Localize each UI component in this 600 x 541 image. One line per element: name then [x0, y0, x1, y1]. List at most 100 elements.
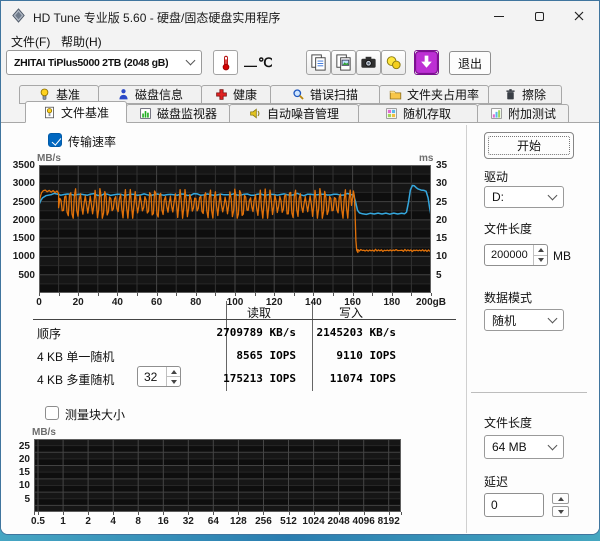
close-icon [574, 11, 584, 21]
benchmark-bulb-icon [40, 88, 49, 100]
exit-button[interactable]: 退出 [449, 51, 491, 75]
menu-help[interactable]: 帮助(H) [57, 32, 106, 51]
menu-file[interactable]: 文件(F) [7, 32, 54, 51]
axis-tick-mark [213, 512, 215, 515]
sequential-read-value: 2709789 KB/s [216, 326, 296, 339]
axis-tick-label: 2500 [12, 196, 35, 208]
axis-tick-mark [391, 293, 393, 296]
sequential-write-value: 2145203 KB/s [316, 326, 396, 339]
start-button[interactable]: 开始 [484, 132, 574, 159]
axis-unit-label: MB/s [37, 153, 61, 164]
maximize-icon [534, 11, 544, 21]
update-button[interactable] [414, 50, 439, 75]
table-divider [312, 301, 313, 391]
tab-label: 自动噪音管理 [266, 107, 339, 121]
axis-tick-mark [138, 512, 140, 515]
tab-random-access[interactable]: 随机存取 [358, 104, 478, 123]
chevron-down-icon [547, 313, 558, 323]
axis-tick-mark [388, 512, 390, 515]
minimize-button[interactable] [479, 1, 519, 31]
tab-extra-tests[interactable]: 附加测试 [477, 104, 569, 123]
axis-tick-mark [113, 512, 115, 515]
spin-up-icon [557, 496, 564, 501]
axis-tick-mark [431, 293, 432, 296]
tab-aam[interactable]: 自动噪音管理 [229, 104, 359, 123]
delay-label: 延迟 [484, 475, 509, 489]
transfer-rate-label: 传输速率 [68, 135, 117, 149]
desktop-background: HD Tune 专业版 5.60 - 硬盘/固态硬盘实用程序 文件(F) 帮助(… [0, 0, 600, 541]
table-header-rule [33, 319, 456, 320]
copy-image-button[interactable] [331, 50, 356, 75]
erase-trash-icon [506, 89, 515, 100]
temperature-value: — [244, 58, 257, 73]
delay-input[interactable]: 0 [484, 493, 544, 517]
close-button[interactable] [559, 1, 599, 31]
axis-tick-mark [411, 293, 413, 296]
axis-tick-mark [39, 293, 40, 296]
axis-tick-label: 10 [436, 251, 448, 263]
axis-unit-label: ms [419, 153, 434, 164]
axis-tick-mark [274, 293, 276, 296]
folder-usage-icon [389, 90, 402, 100]
axis-tick-mark [176, 293, 178, 296]
axis-tick-mark [137, 293, 138, 296]
options-button[interactable] [381, 50, 406, 75]
file-length-unit: MB [553, 249, 571, 263]
file-length-stepper[interactable]: 200000 [484, 244, 548, 266]
screenshot-icon [361, 56, 376, 68]
options-icon [386, 56, 401, 70]
disk-info-icon [119, 89, 128, 100]
queue-depth-stepper[interactable]: 32 [137, 366, 181, 387]
spin-up-icon [537, 247, 544, 252]
tab-label: 文件基准 [60, 105, 109, 120]
delay-down-button[interactable] [552, 506, 569, 517]
stepper-buttons[interactable] [166, 367, 180, 386]
axis-tick-label: 20 [18, 453, 30, 465]
drive-select[interactable]: D: [484, 186, 564, 208]
4k-multi-read-value: 175213 IOPS [223, 372, 296, 385]
axis-tick-mark [293, 293, 295, 296]
file-length-value: 200000 [491, 249, 528, 261]
axis-tick-mark [263, 512, 265, 515]
screenshot-button[interactable] [356, 50, 381, 75]
axis-tick-mark [313, 293, 315, 296]
axis-tick-mark [117, 293, 119, 296]
axis-tick-label: 10 [18, 480, 30, 492]
temperature-button[interactable] [213, 50, 238, 75]
error-scan-icon [293, 89, 304, 100]
panel-divider [466, 125, 467, 533]
block-size-checkbox[interactable] [45, 406, 59, 420]
axis-tick-mark [401, 512, 402, 515]
block-size-label: 测量块大小 [65, 408, 126, 422]
axis-tick-mark [63, 512, 65, 515]
delay-up-button[interactable] [552, 493, 569, 504]
copy-image-icon [336, 54, 351, 71]
axis-tick-label: 8192 [377, 516, 400, 527]
tab-disk-monitor[interactable]: 磁盘监视器 [126, 104, 230, 123]
transfer-rate-checkbox[interactable] [48, 133, 62, 147]
row-4k-single-label: 4 KB 单一随机 [37, 350, 115, 364]
data-mode-value: 随机 [492, 313, 517, 328]
tab-file-benchmark[interactable]: 文件基准 [25, 101, 127, 123]
temperature-unit: ℃ [258, 55, 273, 70]
copy-text-button[interactable] [306, 50, 331, 75]
axis-tick-label: 30 [436, 178, 448, 190]
block-file-length-label: 文件长度 [484, 416, 533, 430]
axis-tick-label: 25 [436, 196, 448, 208]
axis-tick-label: 15 [18, 467, 30, 479]
data-mode-select[interactable]: 随机 [484, 309, 564, 331]
axis-tick-mark [156, 293, 158, 296]
block-file-length-select[interactable]: 64 MB [484, 435, 564, 459]
maximize-button[interactable] [519, 1, 559, 31]
axis-tick-mark [34, 512, 35, 515]
axis-tick-label: 20 [436, 214, 448, 226]
spin-down-icon [557, 509, 564, 514]
block-file-length-value: 64 MB [492, 440, 527, 454]
row-4k-multi-label: 4 KB 多重随机 [37, 373, 115, 387]
chevron-down-icon [185, 55, 196, 66]
titlebar: HD Tune 专业版 5.60 - 硬盘/固态硬盘实用程序 [1, 1, 599, 31]
device-select[interactable]: ZHITAI TiPlus5000 2TB (2048 gB) [6, 50, 202, 75]
axis-tick-label: 5 [436, 269, 442, 281]
extra-tests-icon [491, 108, 502, 119]
stepper-buttons[interactable] [533, 245, 547, 265]
